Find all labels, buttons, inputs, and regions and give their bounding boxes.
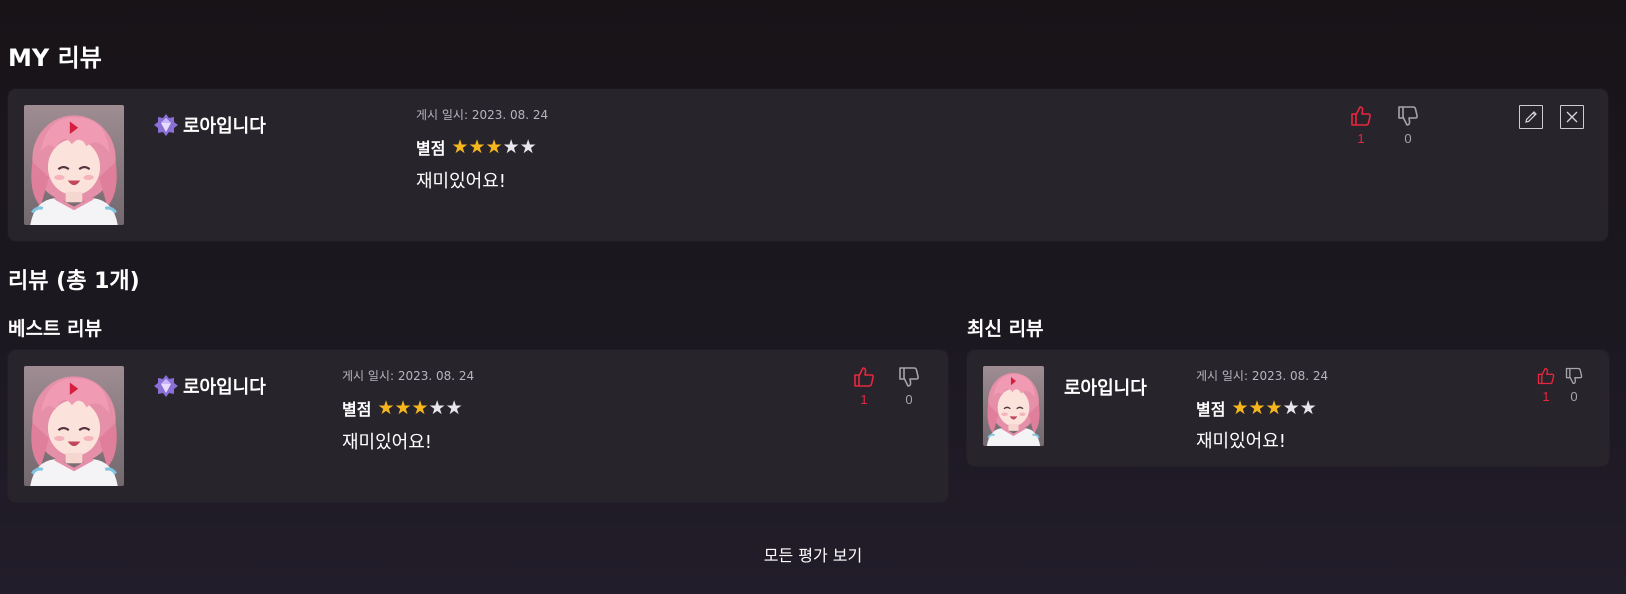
gem-badge-icon	[153, 373, 179, 399]
star-empty-icon: ★	[502, 135, 520, 158]
my-review-card: 로아입니다 게시 일시: 2023. 08. 24 별점 ★ ★ ★ ★ ★ 재미있어요…	[8, 89, 1608, 241]
star-filled-icon: ★	[394, 396, 412, 419]
rating: 별점 ★ ★ ★ ★ ★	[1196, 396, 1317, 420]
star-empty-icon: ★	[445, 396, 463, 419]
star-empty-icon: ★	[428, 396, 446, 419]
review-content: 재미있어요!	[1196, 431, 1287, 452]
thumbs-up-icon	[852, 365, 876, 389]
star-filled-icon: ★	[468, 135, 486, 158]
best-review-card: 로아입니다 게시 일시: 2023. 08. 24 별점 ★ ★ ★ ★ ★ 재미있어요…	[8, 350, 948, 502]
review-content: 재미있어요!	[416, 171, 507, 192]
pencil-icon	[1525, 111, 1537, 123]
star-empty-icon: ★	[1299, 396, 1317, 419]
avatar	[24, 366, 124, 486]
dislike-button[interactable]: 0	[1395, 104, 1421, 146]
my-review-title: MY 리뷰	[8, 44, 102, 72]
posted-date: 게시 일시: 2023. 08. 24	[342, 369, 475, 383]
author-name: 로아입니다	[183, 377, 266, 398]
dislike-count: 0	[905, 392, 913, 407]
latest-review-card: 로아입니다 게시 일시: 2023. 08. 24 별점 ★ ★ ★ ★ ★ 재미있어요…	[967, 350, 1609, 466]
best-review-title: 베스트 리뷰	[8, 318, 103, 340]
like-button[interactable]: 1	[851, 365, 877, 407]
star-rating: ★ ★ ★ ★ ★	[377, 396, 463, 419]
close-icon	[1566, 111, 1578, 123]
thumbs-up-icon	[1349, 104, 1373, 128]
like-count: 1	[1357, 131, 1365, 146]
delete-button[interactable]	[1560, 105, 1584, 129]
author-name: 로아입니다	[1064, 378, 1147, 399]
like-count: 1	[860, 392, 868, 407]
star-filled-icon: ★	[1231, 396, 1249, 419]
rating-label: 별점	[1196, 400, 1226, 419]
dislike-count: 0	[1570, 389, 1578, 404]
star-rating: ★ ★ ★ ★ ★	[451, 135, 537, 158]
latest-review-title: 최신 리뷰	[967, 318, 1044, 340]
like-count: 1	[1542, 389, 1550, 404]
dislike-button[interactable]: 0	[896, 365, 922, 407]
review-author[interactable]: 로아입니다	[153, 373, 266, 399]
posted-date: 게시 일시: 2023. 08. 24	[416, 108, 549, 122]
reviews-title: 리뷰 (총 1개)	[8, 269, 140, 294]
thumbs-up-icon	[1536, 366, 1556, 386]
star-filled-icon: ★	[485, 135, 503, 158]
star-empty-icon: ★	[519, 135, 537, 158]
review-author[interactable]: 로아입니다	[153, 112, 266, 138]
star-filled-icon: ★	[377, 396, 395, 419]
star-empty-icon: ★	[1282, 396, 1300, 419]
rating-label: 별점	[416, 139, 446, 158]
like-button[interactable]: 1	[1535, 366, 1557, 404]
star-filled-icon: ★	[411, 396, 429, 419]
author-name: 로아입니다	[183, 116, 266, 137]
rating: 별점 ★ ★ ★ ★ ★	[342, 396, 463, 420]
thumbs-down-icon	[1564, 366, 1584, 386]
dislike-button[interactable]: 0	[1563, 366, 1585, 404]
avatar	[24, 105, 124, 225]
star-filled-icon: ★	[1248, 396, 1266, 419]
star-filled-icon: ★	[1265, 396, 1283, 419]
avatar	[983, 366, 1044, 446]
thumbs-down-icon	[897, 365, 921, 389]
review-content: 재미있어요!	[342, 432, 433, 453]
star-rating: ★ ★ ★ ★ ★	[1231, 396, 1317, 419]
edit-button[interactable]	[1519, 105, 1543, 129]
star-filled-icon: ★	[451, 135, 469, 158]
gem-badge-icon	[153, 112, 179, 138]
rating: 별점 ★ ★ ★ ★ ★	[416, 135, 537, 159]
dislike-count: 0	[1404, 131, 1412, 146]
like-button[interactable]: 1	[1348, 104, 1374, 146]
thumbs-down-icon	[1396, 104, 1420, 128]
posted-date: 게시 일시: 2023. 08. 24	[1196, 369, 1329, 383]
rating-label: 별점	[342, 400, 372, 419]
view-all-reviews-link[interactable]: 모든 평가 보기	[0, 542, 1626, 566]
review-author[interactable]: 로아입니다	[1064, 374, 1147, 400]
